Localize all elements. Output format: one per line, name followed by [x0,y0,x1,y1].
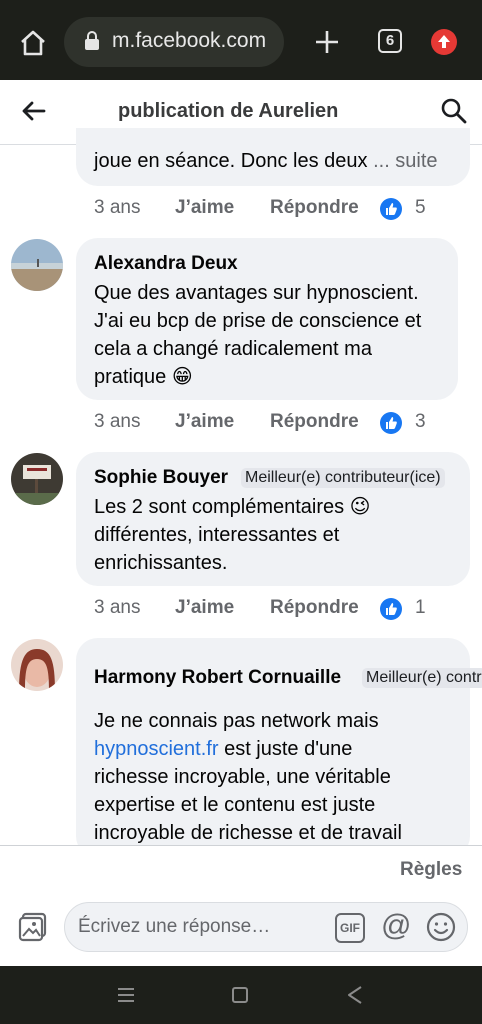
comment-text-line: Que des avantages sur hypnoscient. [94,282,419,304]
like-button[interactable]: J’aime [175,197,234,219]
like-icon [380,412,402,434]
divider [0,845,482,846]
like-icon [380,598,402,620]
comment-text-line: expertise et le contenu est juste [94,794,376,816]
url-text[interactable]: m.facebook.com [112,29,266,53]
comment-text-line: différentes, interessantes et [94,524,340,546]
triangle-back-icon[interactable] [346,985,364,1005]
reply-button[interactable]: Répondre [270,411,359,433]
comment-author[interactable]: Harmony Robert Cornuaille [94,667,341,689]
photo-icon[interactable] [17,911,49,943]
comment-text-line: Je ne connais pas network mais [94,710,379,732]
like-button[interactable]: J’aime [175,597,234,619]
plus-icon[interactable] [312,27,342,57]
gif-icon[interactable]: GIF [335,913,365,943]
back-arrow-icon[interactable] [20,100,46,122]
comment-text-line: J'ai eu bcp de prise de conscience et [94,310,422,332]
comment-text-line: incroyable de richesse et de travail [94,822,402,844]
reply-button[interactable]: Répondre [270,597,359,619]
like-icon [380,198,402,220]
comment-text-line: richesse incroyable, une véritable [94,766,391,788]
hypnoscient-link[interactable]: hypnoscient.fr [94,738,219,760]
comment-text: joue en séance. Donc les deux ... suite [94,147,438,175]
comment-text-line: enrichissantes. [94,552,228,574]
like-count[interactable]: 1 [415,597,426,619]
comment-time[interactable]: 3 ans [94,411,140,433]
comment-author[interactable]: Sophie Bouyer [94,467,228,489]
at-icon[interactable]: @ [381,908,411,944]
avatar[interactable] [11,453,63,505]
rules-link[interactable]: Règles [400,859,462,881]
update-icon[interactable] [431,29,457,55]
home-icon[interactable] [18,28,48,58]
like-count[interactable]: 3 [415,411,426,433]
reply-placeholder[interactable]: Écrivez une réponse… [78,916,270,938]
comment-text-line: hypnoscient.fr est juste d'une [94,735,352,763]
avatar[interactable] [11,239,63,291]
comment-text-fragment: est juste d'une [218,738,353,760]
avatar[interactable] [11,639,63,691]
reply-button[interactable]: Répondre [270,197,359,219]
comment-time[interactable]: 3 ans [94,197,140,219]
comment-text-line: pratique 😁 [94,366,193,388]
page-title: publication de Aurelien [118,100,339,122]
square-icon[interactable] [232,987,248,1003]
status-badge: Meilleur(e) contributeur(ice) [241,468,445,488]
see-more-link[interactable]: ... suite [373,150,437,172]
like-button[interactable]: J’aime [175,411,234,433]
status-badge: Meilleur(e) contr [362,668,482,688]
like-count[interactable]: 5 [415,197,426,219]
comment-text-line: joue en séance. Donc les deux [94,150,368,172]
tabs-icon[interactable]: 6 [378,29,402,53]
comment-text-line: Les 2 sont complémentaires 😉 [94,496,371,518]
menu-icon[interactable] [116,987,136,1003]
search-icon[interactable] [440,97,468,125]
comment-author[interactable]: Alexandra Deux [94,253,238,275]
comment-time[interactable]: 3 ans [94,597,140,619]
comment-text-line: cela a changé radicalement ma [94,338,372,360]
lock-icon [85,31,99,50]
smiley-icon[interactable] [426,912,456,942]
